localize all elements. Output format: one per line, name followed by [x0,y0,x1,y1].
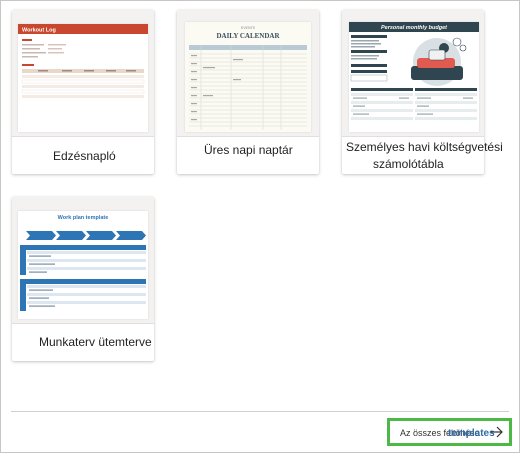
thumbnail-subtitle: EVENTS [241,26,256,30]
template-name: Üres napi naptár [204,143,293,157]
template-card-daily-calendar[interactable]: EVENTS DAILY CALENDAR Üres napi naptár [177,10,319,174]
thumbnail-page: EVENTS DAILY CALENDAR [185,22,311,132]
template-caption: Személyes havi költségvetési számolótábl… [342,136,503,174]
template-gallery: Workout Log Edzésnapló EVENTS DAILY CALE… [0,0,520,453]
template-thumbnail: Personal monthly budget [342,10,484,136]
more-templates-label-overlay: templates [448,428,495,439]
template-card-work-plan[interactable]: Work plan template Munkaterv ütemterve [12,197,154,361]
footer-separator [11,411,509,412]
template-name-line-2: számolótábla [373,157,444,171]
template-card-monthly-budget[interactable]: Personal monthly budget Személyes havi k… [342,10,503,174]
template-caption: Munkaterv ütemterve [12,323,154,361]
template-thumbnail: EVENTS DAILY CALENDAR [177,10,319,136]
template-thumbnail: Workout Log [12,10,154,136]
template-caption: Edzésnapló [12,136,154,174]
thumbnail-title: Personal monthly budget [381,25,448,31]
thumbnail-page: Workout Log [18,24,148,132]
thumbnail-title: Work plan template [58,215,109,221]
thumbnail-title: Workout Log [22,28,56,34]
template-name-line-1: Személyes havi költségvetési [346,140,503,154]
template-name: Edzésnapló [53,149,116,163]
arrow-right-icon [490,425,504,444]
template-name: Munkaterv ütemterve [39,335,152,349]
thumbnail-title: DAILY CALENDAR [216,32,280,40]
template-card-workout-log[interactable]: Workout Log Edzésnapló [12,10,154,174]
template-thumbnail: Work plan template [12,197,154,323]
template-caption: Üres napi naptár [177,136,319,174]
thumbnail-page: Personal monthly budget [349,22,479,132]
more-templates-button[interactable]: Az összes feltöltése templates [387,418,512,446]
thumbnail-page: Work plan template [18,211,148,319]
